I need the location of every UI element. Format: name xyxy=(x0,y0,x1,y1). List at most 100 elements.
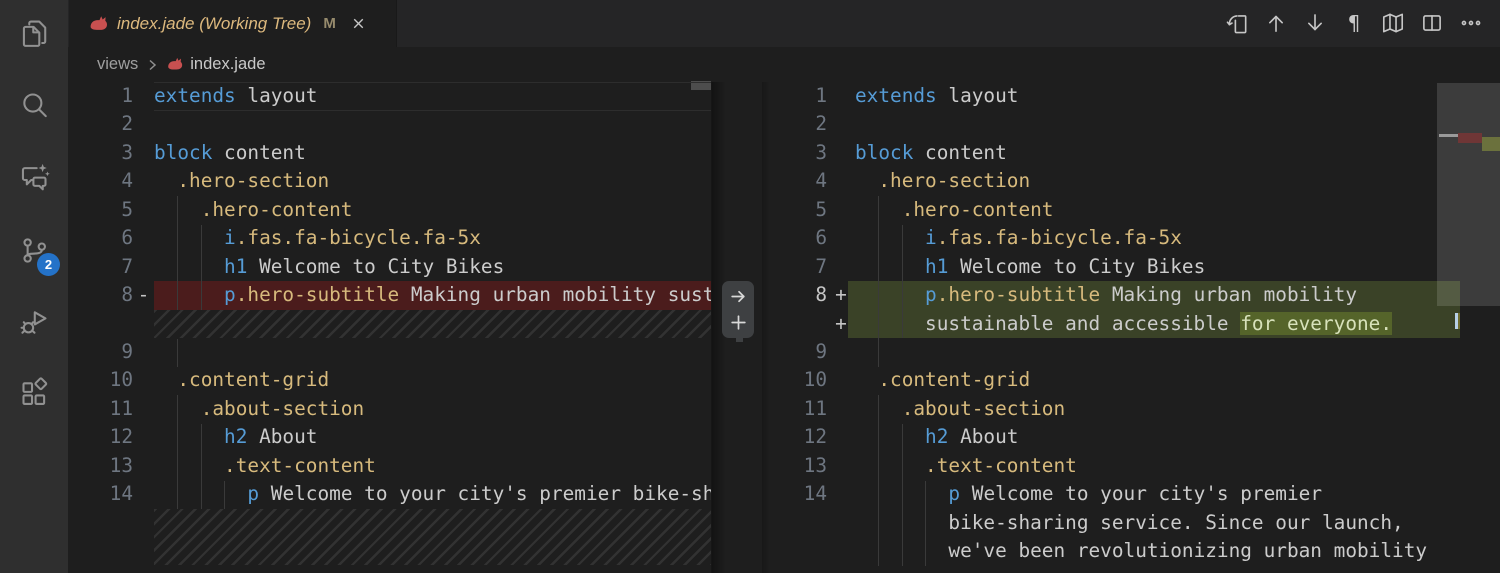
code-line[interactable]: bike-sharing service. Since our launch, xyxy=(762,509,1500,537)
diff-sign xyxy=(133,338,154,366)
tab-index-jade-working-tree[interactable]: index.jade (Working Tree) M xyxy=(69,0,397,47)
code-text: sustainable and accessible for everyone. xyxy=(925,311,1393,335)
code-line[interactable]: 9 xyxy=(69,338,711,366)
code-text: extends layout xyxy=(855,84,1019,107)
code-line[interactable]: 3 block content xyxy=(762,139,1500,167)
code-text: i.fas.fa-bicycle.fa-5x xyxy=(224,226,481,250)
diff-sign xyxy=(827,480,855,508)
code-line[interactable]: 3 block content xyxy=(69,139,711,167)
more-actions-icon[interactable] xyxy=(1456,8,1486,38)
line-number: 5 xyxy=(121,197,133,221)
diff-sign xyxy=(827,224,855,252)
line-number: 10 xyxy=(803,368,827,392)
collapsed-diff-filler xyxy=(154,508,711,566)
code-text: .content-grid xyxy=(878,368,1031,392)
collapsed-diff-filler xyxy=(154,309,711,338)
code-line[interactable]: 2 xyxy=(762,110,1500,138)
diff-sign xyxy=(827,338,855,366)
code-line[interactable]: 5 .hero-content xyxy=(69,196,711,224)
code-line[interactable]: 7 h1 Welcome to City Bikes xyxy=(69,253,711,281)
line-number: 8 xyxy=(121,283,133,307)
line-number: 7 xyxy=(815,254,827,278)
code-text: extends layout xyxy=(154,84,318,107)
close-icon[interactable] xyxy=(350,15,367,32)
code-line[interactable]: 13 .text-content xyxy=(762,452,1500,480)
run-debug-icon[interactable] xyxy=(0,297,68,347)
diff-sign xyxy=(133,139,154,167)
code-text: .hero-content xyxy=(901,197,1054,221)
code-line[interactable]: 6 i.fas.fa-bicycle.fa-5x xyxy=(762,224,1500,252)
code-line[interactable]: + sustainable and accessible for everyon… xyxy=(762,309,1500,338)
code-line[interactable]: 1 extends layout xyxy=(69,82,711,111)
search-icon[interactable] xyxy=(0,80,68,130)
next-change-icon[interactable] xyxy=(1300,8,1330,38)
code-line[interactable]: 1 extends layout xyxy=(762,82,1500,110)
code-line[interactable]: we've been revolutionizing urban mobilit… xyxy=(762,537,1500,565)
open-changes-icon[interactable] xyxy=(1222,8,1252,38)
line-number xyxy=(762,310,827,338)
code-line[interactable]: 14 p Welcome to your city's premier xyxy=(762,480,1500,508)
source-control-icon[interactable]: 2 xyxy=(0,225,68,276)
line-number: 4 xyxy=(121,169,133,193)
minimap-slider[interactable] xyxy=(1437,83,1500,306)
code-line[interactable]: 2 xyxy=(69,110,711,138)
line-number: 8 xyxy=(815,283,827,307)
line-number: 1 xyxy=(815,84,827,107)
diff-editor-original[interactable]: 1 extends layout 2 3 block content 4 .hero-se… xyxy=(69,82,711,573)
diff-sign xyxy=(827,509,855,537)
breadcrumb-folder[interactable]: views xyxy=(97,55,138,74)
code-line[interactable]: 4 .hero-section xyxy=(69,167,711,195)
code-line[interactable]: 13 .text-content xyxy=(69,452,711,480)
line-number: 3 xyxy=(121,140,133,164)
activity-bar: 2 xyxy=(0,0,68,573)
line-number: 6 xyxy=(121,226,133,250)
extensions-icon[interactable] xyxy=(0,368,68,418)
previous-change-icon[interactable] xyxy=(1261,8,1291,38)
code-line[interactable]: 8- p.hero-subtitle Making urban mobility… xyxy=(69,281,711,310)
line-number: 2 xyxy=(815,112,827,136)
code-line[interactable]: 9 xyxy=(762,338,1500,366)
minimap-viewport-mark xyxy=(1439,134,1458,137)
add-change-plus-icon[interactable] xyxy=(727,312,749,334)
code-text: p Welcome to your city's premier bike-sh… xyxy=(247,482,711,506)
code-line[interactable]: 7 h1 Welcome to City Bikes xyxy=(762,253,1500,281)
code-text: .about-section xyxy=(200,396,365,420)
code-line[interactable]: 14 p Welcome to your city's premier bike… xyxy=(69,480,711,508)
code-text: .hero-content xyxy=(200,197,353,221)
line-number: 13 xyxy=(109,453,133,477)
diff-sign xyxy=(133,167,154,195)
line-number: 5 xyxy=(815,197,827,221)
code-line[interactable]: 8 + p.hero-subtitle Making urban mobility xyxy=(762,281,1500,310)
code-text: bike-sharing service. Since our launch, xyxy=(948,510,1404,534)
diff-sign xyxy=(827,110,855,138)
diff-sign xyxy=(827,452,855,480)
code-line[interactable]: 12 h2 About xyxy=(69,423,711,451)
code-line[interactable]: 5 .hero-content xyxy=(762,196,1500,224)
code-line[interactable]: 10 .content-grid xyxy=(69,366,711,394)
explorer-icon[interactable] xyxy=(0,8,68,58)
diff-sign xyxy=(827,253,855,281)
diff-editor-modified[interactable]: 1 extends layout 2 3 block content 4 .hero-se… xyxy=(762,82,1500,573)
minimap-caret-mark2 xyxy=(1457,313,1460,329)
chat-copilot-icon[interactable] xyxy=(0,152,68,202)
toggle-whitespace-icon[interactable]: ¶ xyxy=(1339,8,1369,38)
line-number xyxy=(762,509,827,537)
split-editor-icon[interactable] xyxy=(1417,8,1447,38)
code-line[interactable]: 10 .content-grid xyxy=(762,366,1500,394)
diff-sign xyxy=(133,224,154,252)
code-line[interactable]: 4 .hero-section xyxy=(762,167,1500,195)
code-line[interactable]: 11 .about-section xyxy=(69,395,711,423)
code-line[interactable]: 11 .about-section xyxy=(762,395,1500,423)
code-text: .text-content xyxy=(224,453,376,477)
map-icon[interactable] xyxy=(1378,8,1408,38)
diff-action-widget xyxy=(722,281,754,338)
diff-sign xyxy=(827,82,855,110)
code-line[interactable]: 6 i.fas.fa-bicycle.fa-5x xyxy=(69,224,711,252)
code-text: .text-content xyxy=(925,453,1077,477)
code-line[interactable]: 12 h2 About xyxy=(762,423,1500,451)
breadcrumb: views index.jade xyxy=(68,47,1500,82)
code-text: h1 Welcome to City Bikes xyxy=(925,254,1206,278)
revert-change-arrow-icon[interactable] xyxy=(727,285,749,307)
breadcrumb-file[interactable]: index.jade xyxy=(190,55,265,74)
line-number: 13 xyxy=(803,453,827,477)
